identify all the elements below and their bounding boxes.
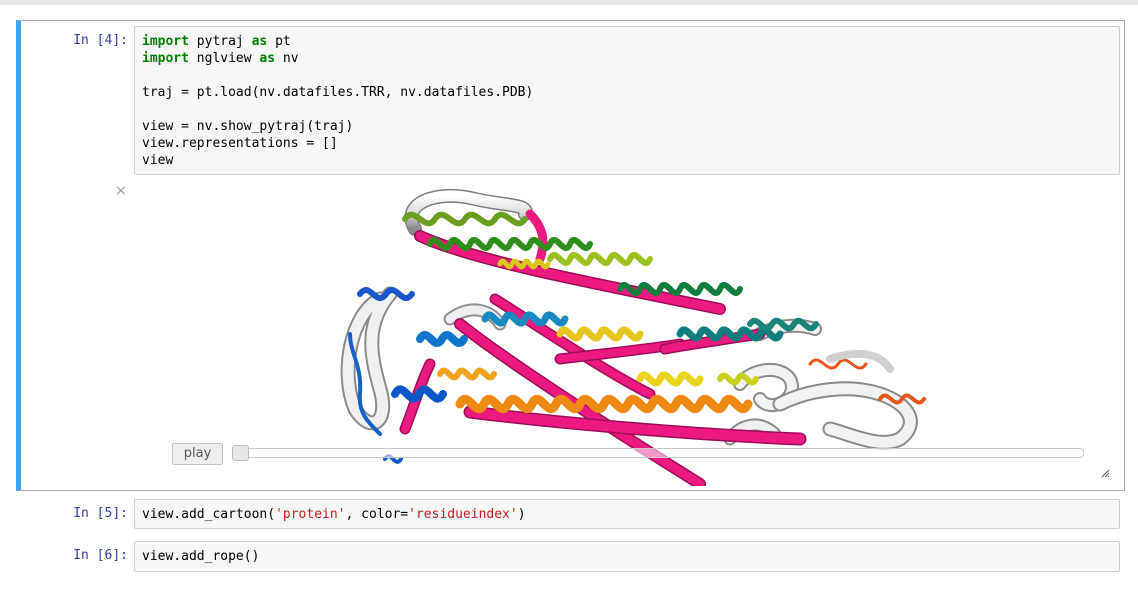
code-token: , color= — [345, 507, 409, 522]
code-token: traj = pt.load(nv.datafiles.TRR, nv.data… — [142, 85, 534, 100]
code-line: import pytraj as pt — [142, 34, 291, 49]
code-line: traj = pt.load(nv.datafiles.TRR, nv.data… — [142, 85, 533, 100]
code-editor-6[interactable]: view.add_rope() — [142, 548, 259, 565]
code-token: view = nv.show_pytraj(traj) — [142, 119, 354, 134]
code-line: view.representations = [] — [142, 136, 338, 151]
code-keyword: import — [142, 51, 189, 66]
code-input-area-6[interactable]: view.add_rope() — [134, 541, 1120, 572]
frame-slider[interactable] — [232, 448, 1084, 458]
molecule-viewer[interactable] — [320, 184, 940, 486]
code-token: view.representations = [] — [142, 136, 338, 151]
code-token: nv — [275, 51, 299, 66]
code-line: import nglview as nv — [142, 51, 299, 66]
code-keyword: import — [142, 34, 189, 49]
code-editor-4[interactable]: import pytraj as pt import nglview as nv… — [142, 33, 533, 169]
code-token: view.add_rope() — [142, 549, 260, 564]
code-line: view = nv.show_pytraj(traj) — [142, 119, 353, 134]
play-button[interactable]: play — [172, 443, 223, 465]
code-line: view — [142, 153, 173, 168]
code-editor-5[interactable]: view.add_cartoon('protein', color='resid… — [142, 506, 526, 523]
frame-slider-handle[interactable] — [232, 445, 249, 461]
code-line: view.add_cartoon('protein', color='resid… — [142, 507, 526, 522]
input-prompt-5: In [5]: — [73, 506, 128, 521]
code-token: nglview — [188, 51, 260, 66]
close-icon[interactable]: × — [115, 183, 127, 199]
code-token: pytraj — [188, 34, 252, 49]
code-input-area-5[interactable]: view.add_cartoon('protein', color='resid… — [134, 499, 1120, 529]
resize-grip-icon[interactable] — [1100, 468, 1110, 478]
code-string: 'residueindex' — [408, 507, 518, 522]
code-token: view — [142, 153, 174, 168]
code-input-area-4[interactable]: import pytraj as pt import nglview as nv… — [134, 26, 1120, 175]
code-string: 'protein' — [275, 507, 346, 522]
input-prompt-4: In [4]: — [73, 33, 128, 48]
code-token: ) — [517, 507, 526, 522]
notebook-header-bar — [0, 0, 1138, 5]
code-token: pt — [267, 34, 291, 49]
code-keyword: as — [259, 51, 276, 66]
input-prompt-6: In [6]: — [73, 548, 128, 563]
code-line: view.add_rope() — [142, 549, 259, 564]
protein-structure-render — [340, 188, 926, 486]
code-keyword: as — [251, 34, 268, 49]
code-token: view.add_cartoon( — [142, 507, 276, 522]
